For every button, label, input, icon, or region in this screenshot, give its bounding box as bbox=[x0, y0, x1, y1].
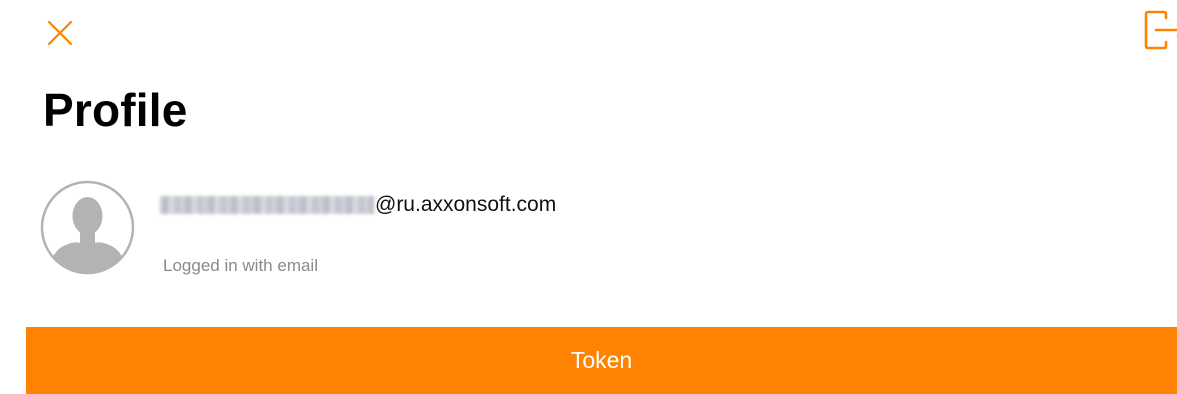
user-silhouette-icon bbox=[40, 180, 135, 275]
page-title: Profile bbox=[43, 84, 188, 136]
avatar bbox=[40, 180, 135, 275]
email-domain: @ru.axxonsoft.com bbox=[375, 193, 557, 216]
close-button[interactable] bbox=[44, 17, 76, 49]
token-button[interactable]: Token bbox=[26, 327, 1177, 394]
profile-screen: Profile @ru.axxonsoft.com Logged in with… bbox=[0, 0, 1177, 394]
close-icon bbox=[47, 20, 73, 46]
logout-icon bbox=[1144, 10, 1177, 50]
redacted-email-username bbox=[160, 196, 374, 214]
logout-button[interactable] bbox=[1144, 10, 1177, 50]
user-email: @ru.axxonsoft.com bbox=[160, 190, 556, 220]
login-method-label: Logged in with email bbox=[163, 256, 318, 275]
